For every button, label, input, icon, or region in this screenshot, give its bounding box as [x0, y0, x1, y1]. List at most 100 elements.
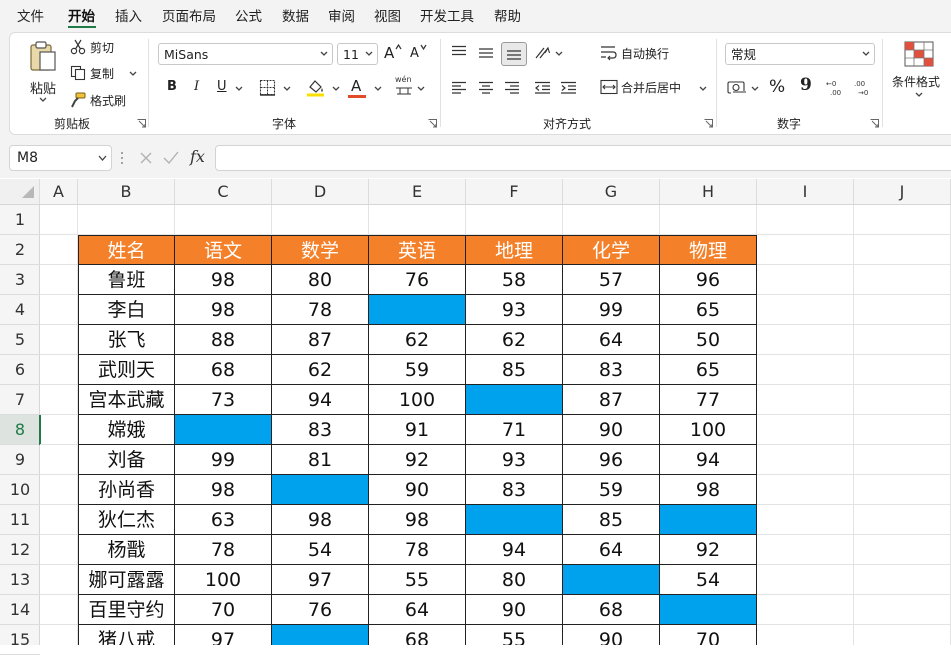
borders-icon[interactable] — [259, 79, 276, 96]
name-cell[interactable]: 猪八戒 — [78, 625, 175, 645]
chevron-down-icon[interactable] — [417, 86, 425, 92]
cell-a2[interactable] — [40, 235, 78, 265]
cell-j11[interactable] — [854, 505, 951, 535]
score-cell[interactable]: 68 — [563, 595, 660, 625]
dialog-launcher-icon[interactable] — [428, 119, 437, 128]
row-header-10[interactable]: 10 — [0, 475, 40, 505]
menu-view[interactable]: 视图 — [374, 5, 401, 25]
cell-i4[interactable] — [757, 295, 854, 325]
score-cell[interactable]: 99 — [563, 295, 660, 325]
row-header-13[interactable]: 13 — [0, 565, 40, 595]
row-header-11[interactable]: 11 — [0, 505, 40, 535]
insert-function-button[interactable]: fx — [190, 147, 205, 166]
score-cell[interactable]: 78 — [272, 295, 369, 325]
align-center-icon[interactable] — [478, 81, 494, 95]
score-cell[interactable]: 97 — [175, 625, 272, 645]
score-cell[interactable]: 78 — [369, 535, 466, 565]
cell-i7[interactable] — [757, 385, 854, 415]
score-cell[interactable]: 94 — [660, 445, 757, 475]
dialog-launcher-icon[interactable] — [870, 119, 879, 128]
score-cell[interactable]: 70 — [660, 625, 757, 645]
cell-i9[interactable] — [757, 445, 854, 475]
name-cell[interactable]: 李白 — [78, 295, 175, 325]
name-cell[interactable]: 宫本武藏 — [78, 385, 175, 415]
fill-color-icon[interactable] — [306, 78, 325, 97]
orientation-icon[interactable] — [534, 44, 552, 62]
enter-check-icon[interactable] — [163, 151, 179, 165]
cell-a6[interactable] — [40, 355, 78, 385]
cell-i10[interactable] — [757, 475, 854, 505]
chevron-down-icon[interactable] — [555, 51, 563, 57]
cell-a14[interactable] — [40, 595, 78, 625]
cell-a8[interactable] — [40, 415, 78, 445]
number-format-combo[interactable]: 常规 — [725, 43, 875, 65]
cell-j5[interactable] — [854, 325, 951, 355]
score-cell[interactable]: 98 — [175, 475, 272, 505]
score-cell[interactable]: 93 — [466, 295, 563, 325]
score-cell[interactable]: 71 — [466, 415, 563, 445]
paste-button[interactable]: 粘贴 — [22, 39, 62, 109]
score-cell[interactable]: 55 — [466, 625, 563, 645]
font-color-button[interactable]: A — [347, 77, 367, 99]
score-cell[interactable]: 59 — [369, 355, 466, 385]
table-header-cell[interactable]: 姓名 — [78, 235, 175, 265]
align-bottom-button[interactable] — [501, 42, 527, 66]
score-cell[interactable]: 64 — [369, 595, 466, 625]
score-cell[interactable]: 88 — [175, 325, 272, 355]
cell-i8[interactable] — [757, 415, 854, 445]
comma-style-button[interactable]: 9 — [800, 75, 812, 95]
score-cell[interactable]: 64 — [563, 325, 660, 355]
table-header-cell[interactable]: 物理 — [660, 235, 757, 265]
score-cell[interactable]: 83 — [466, 475, 563, 505]
score-cell[interactable]: 96 — [660, 265, 757, 295]
column-header-h[interactable]: H — [660, 179, 757, 204]
score-cell[interactable]: 68 — [175, 355, 272, 385]
score-cell[interactable]: 87 — [272, 325, 369, 355]
align-middle-icon[interactable] — [478, 46, 494, 60]
cell-a10[interactable] — [40, 475, 78, 505]
menu-help[interactable]: 帮助 — [494, 5, 521, 25]
score-cell[interactable]: 64 — [563, 535, 660, 565]
decrease-decimal-icon[interactable]: .00→0 — [853, 78, 875, 96]
score-cell[interactable]: 87 — [563, 385, 660, 415]
row-header-9[interactable]: 9 — [0, 445, 40, 475]
highlighted-empty-cell[interactable] — [466, 385, 563, 415]
score-cell[interactable]: 92 — [660, 535, 757, 565]
cell-a4[interactable] — [40, 295, 78, 325]
select-all-corner[interactable] — [0, 179, 40, 204]
cell-i13[interactable] — [757, 565, 854, 595]
column-header-f[interactable]: F — [466, 179, 563, 204]
table-header-cell[interactable]: 数学 — [272, 235, 369, 265]
menu-data[interactable]: 数据 — [282, 5, 309, 25]
decrease-indent-icon[interactable] — [534, 81, 551, 95]
dialog-launcher-icon[interactable] — [137, 119, 146, 128]
row-header-8[interactable]: 8 — [0, 415, 41, 445]
score-cell[interactable]: 50 — [660, 325, 757, 355]
cell-e1[interactable] — [369, 205, 466, 235]
menu-page-layout[interactable]: 页面布局 — [162, 5, 216, 25]
score-cell[interactable]: 62 — [466, 325, 563, 355]
score-cell[interactable]: 62 — [369, 325, 466, 355]
menu-file[interactable]: 文件 — [17, 5, 44, 25]
chevron-down-icon[interactable] — [283, 86, 291, 92]
score-cell[interactable]: 85 — [466, 355, 563, 385]
cell-j9[interactable] — [854, 445, 951, 475]
score-cell[interactable]: 90 — [369, 475, 466, 505]
chevron-down-icon[interactable] — [374, 86, 382, 92]
column-header-g[interactable]: G — [563, 179, 660, 204]
cell-h1[interactable] — [660, 205, 757, 235]
formula-input[interactable] — [215, 145, 951, 171]
score-cell[interactable]: 94 — [272, 385, 369, 415]
increase-decimal-icon[interactable]: ←0.00 — [825, 78, 847, 96]
table-header-cell[interactable]: 地理 — [466, 235, 563, 265]
cell-j12[interactable] — [854, 535, 951, 565]
score-cell[interactable]: 54 — [660, 565, 757, 595]
cell-a3[interactable] — [40, 265, 78, 295]
score-cell[interactable]: 98 — [175, 295, 272, 325]
highlighted-empty-cell[interactable] — [175, 415, 272, 445]
score-cell[interactable]: 92 — [369, 445, 466, 475]
menu-formulas[interactable]: 公式 — [235, 5, 262, 25]
score-cell[interactable]: 90 — [466, 595, 563, 625]
row-header-12[interactable]: 12 — [0, 535, 40, 565]
menu-insert[interactable]: 插入 — [115, 5, 142, 25]
